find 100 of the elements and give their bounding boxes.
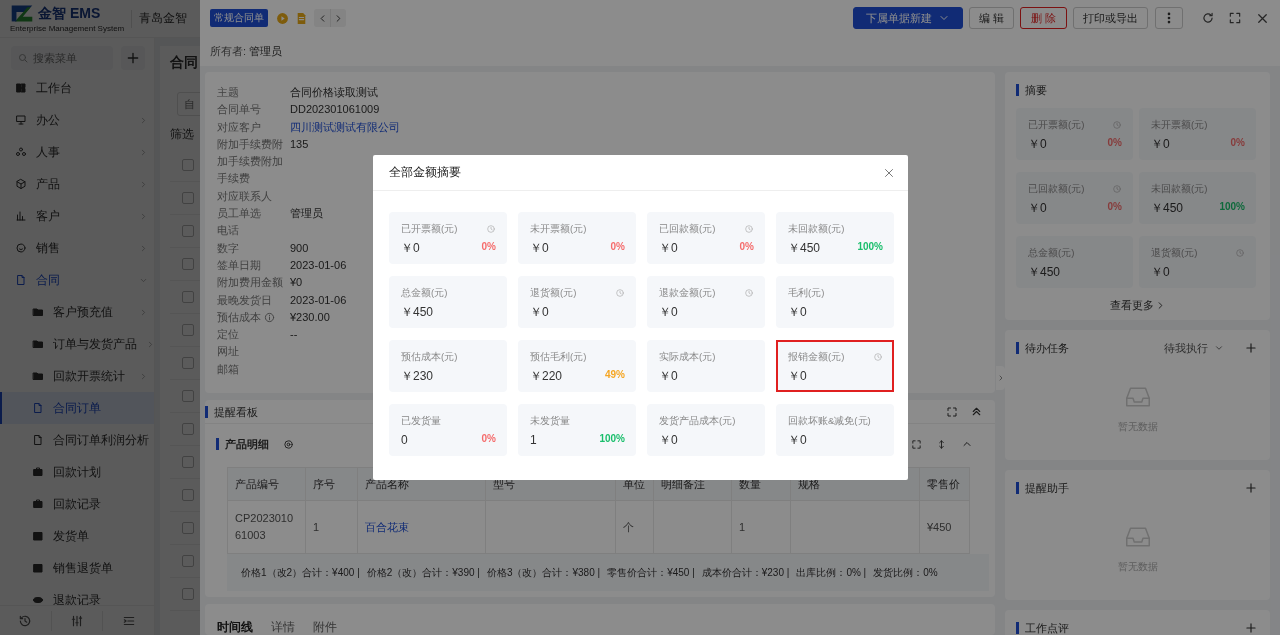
checkbox[interactable] [182,192,194,204]
field-value: 管理员 [290,206,323,222]
view-more-link[interactable]: 查看更多 [1005,298,1270,313]
clock-icon[interactable] [744,288,754,298]
action-button[interactable]: 打印或导出 [1073,7,1148,29]
document-icon [15,274,27,286]
amount-value: ￥0 [788,433,807,447]
checkbox[interactable] [182,324,194,336]
fullscreen-icon[interactable] [911,438,922,450]
field-label: 电话 [217,223,239,239]
tab[interactable]: 附件 [313,620,337,634]
checkbox[interactable] [182,423,194,435]
amount-value: ￥230 [401,369,434,383]
cube-icon [15,178,27,190]
amount-label: 发货产品成本(元) [659,414,736,428]
clock-icon[interactable] [486,224,496,234]
table-cell: ¥450 [919,500,970,554]
fullscreen-icon[interactable] [1228,10,1242,25]
checkbox[interactable] [182,258,194,270]
field-label: 主题 [217,85,239,100]
product-link[interactable]: 百合花束 [365,520,409,533]
amount-value: ￥220 [530,369,563,383]
filter-dropdown[interactable]: 待我执行 [1164,340,1224,356]
checkbox[interactable] [182,357,194,369]
refresh-icon[interactable] [1201,10,1215,25]
checkbox[interactable] [182,588,194,600]
checkbox[interactable] [182,489,194,501]
fullscreen-icon[interactable] [946,405,958,418]
field-value: -- [290,327,298,343]
field-value: 2023-01-06 [290,292,347,308]
history-icon [18,613,33,628]
box-icon [32,562,44,574]
checkbox[interactable] [182,390,194,402]
settings-icon[interactable] [283,438,294,450]
checkbox[interactable] [182,225,194,237]
menu-item[interactable]: 销售退货单 [0,552,154,584]
plus-icon [125,50,141,66]
delete-button[interactable]: 删 除 [1019,7,1067,29]
amount-label: 退款金额(元) [659,286,716,300]
menu-item[interactable]: 工作台 [0,72,154,104]
checkbox[interactable] [182,291,194,303]
collapse-handle[interactable] [996,366,1005,390]
checkbox[interactable] [182,456,194,468]
field-label: 邮箱 [217,361,239,377]
plus-icon[interactable] [1244,341,1258,355]
clock-icon[interactable] [1112,120,1122,130]
plus-icon[interactable] [1244,621,1258,635]
menu-item[interactable]: 客户预充值 [0,296,154,328]
menu-item[interactable]: 合同订单 [0,392,154,424]
logo-icon [10,4,34,23]
grid-icon [15,82,27,94]
clock-icon[interactable] [615,288,625,298]
total-text: 价格1（改2）合计：¥400 | [241,565,360,580]
add-button[interactable] [121,46,145,70]
clock-icon[interactable] [744,224,754,234]
menu-item[interactable]: 办公 [0,104,154,136]
menu-item[interactable]: 回款记录 [0,488,154,520]
menu-item[interactable]: 产品 [0,168,154,200]
plus-icon[interactable] [1244,481,1258,495]
checkbox[interactable] [182,159,194,171]
clock-icon[interactable] [873,352,883,362]
percent-text: 100% [857,241,883,252]
collapse-icon[interactable] [970,405,983,418]
menu-item[interactable]: 人事 [0,136,154,168]
menu-item[interactable]: 合同订单利润分析 [0,424,154,456]
total-text: 价格3（改）合计：¥380 | [486,565,601,580]
menu-item[interactable]: 回款计划 [0,456,154,488]
modal-title: 全部金额摘要 [389,164,461,181]
checkbox[interactable] [182,555,194,567]
percent-text: 0% [610,241,625,252]
total-text: 成本价合计：¥230 | [701,565,790,580]
field-label: 合同单号 [217,102,261,118]
field-value: 135 [290,136,309,152]
menu-item[interactable]: 回款开票统计 [0,360,154,392]
chevron-down-icon [1214,343,1224,353]
amount-value: ￥450 [1151,201,1184,215]
menu-item[interactable]: 客户 [0,200,154,232]
chevron-right-icon [139,371,148,381]
play-icon[interactable] [276,11,289,25]
action-button[interactable]: 编 辑 [968,7,1014,29]
tab[interactable]: 详情 [271,620,295,634]
chevron-right-icon [146,339,154,349]
sort-icon[interactable] [936,438,947,450]
more-button[interactable] [1155,7,1183,29]
menu-item[interactable]: 销售 [0,232,154,264]
field-value: 2023-01-06 [290,257,347,273]
menu-item[interactable]: 合同 [0,264,154,296]
checkbox[interactable] [182,522,194,534]
tab[interactable]: 时间线 [217,620,253,634]
menu-item[interactable]: 退款记录 [0,584,154,605]
customer-link[interactable]: 四川测试测试有限公司 [290,118,400,136]
total-text: 价格2（改）合计：¥390 | [366,565,480,580]
document-icon[interactable] [295,11,308,25]
clock-icon[interactable] [1235,248,1245,258]
clock-icon[interactable] [1112,184,1122,194]
amount-label: 未回款额(元) [788,222,845,236]
field-label: 预估成本 [217,309,261,325]
menu-item[interactable]: 发货单 [0,520,154,552]
new-button[interactable]: 下属单据新建 [852,7,963,29]
menu-item[interactable]: 订单与发货产品 [0,328,154,360]
